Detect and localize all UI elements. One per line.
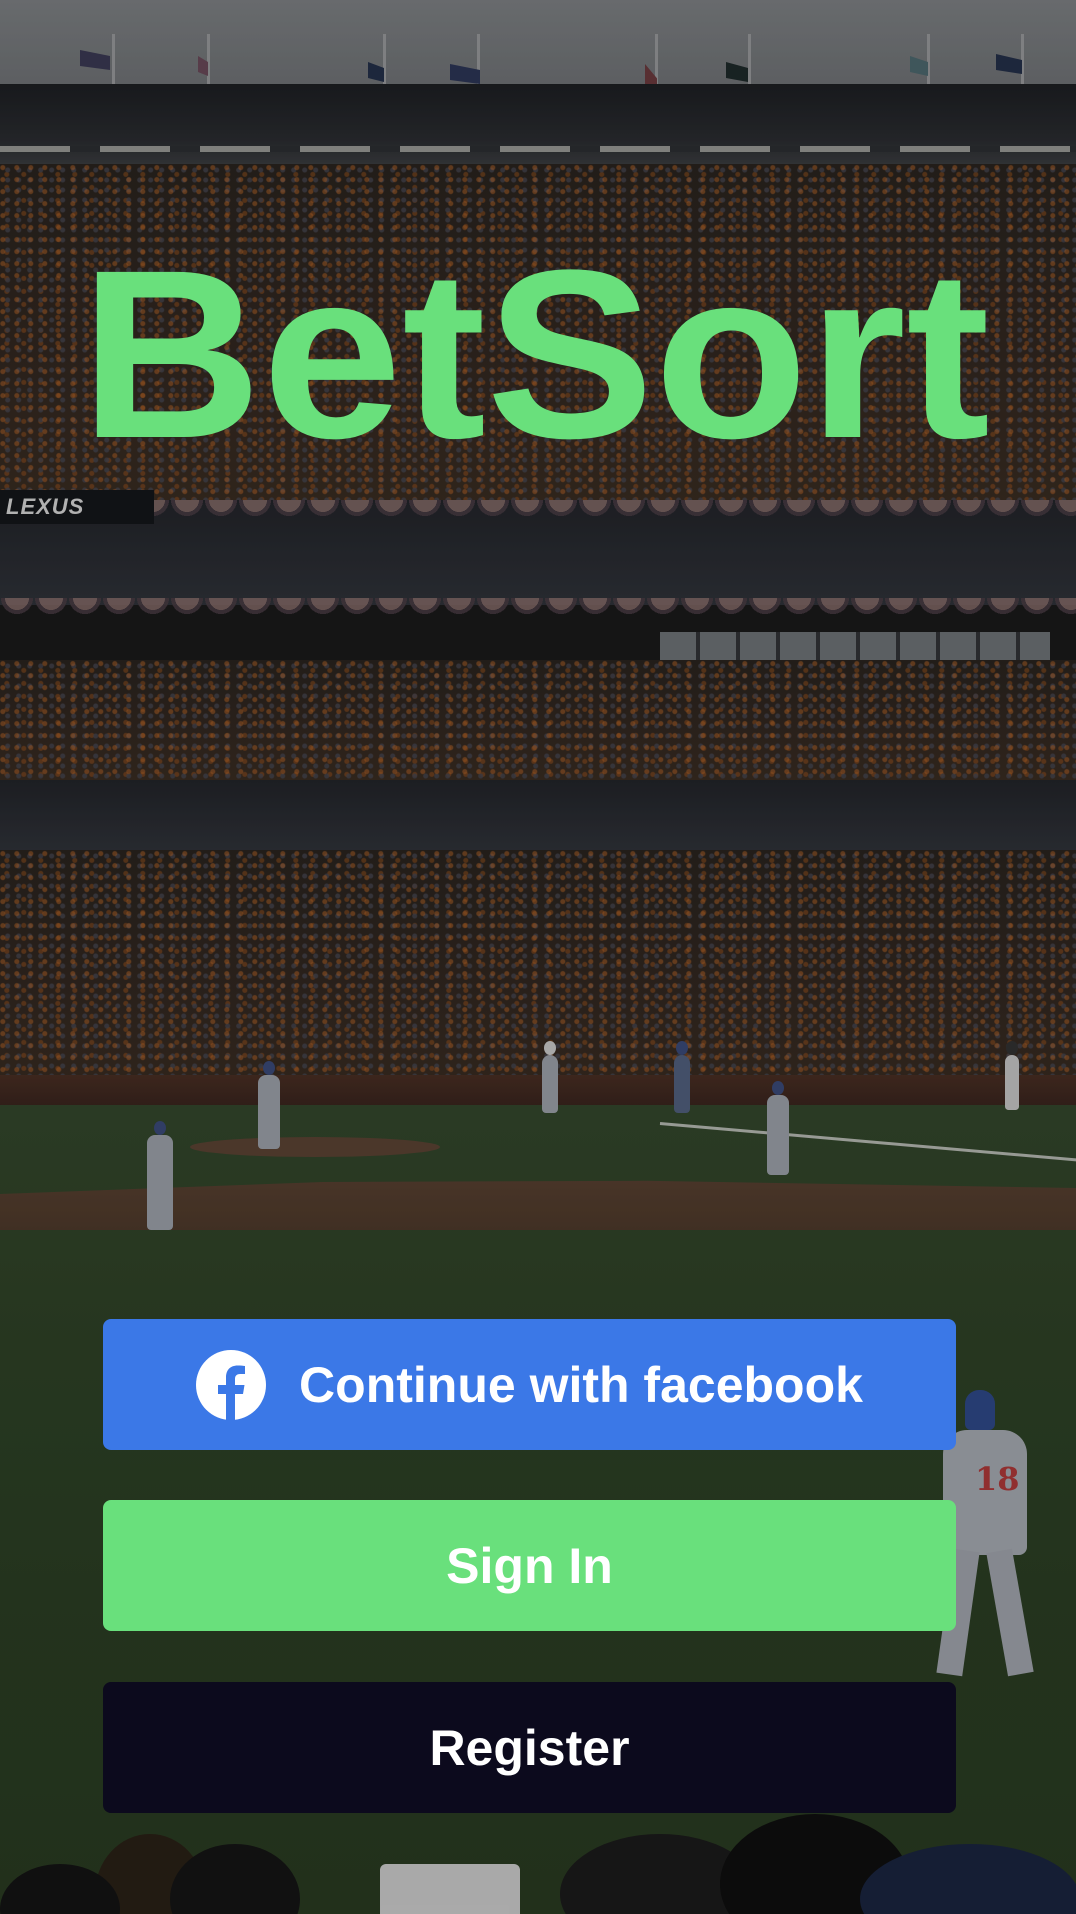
continue-with-facebook-button[interactable]: Continue with facebook bbox=[103, 1319, 956, 1450]
logo-text: BetSort bbox=[80, 220, 990, 475]
sign-in-button-label: Sign In bbox=[446, 1537, 613, 1594]
sign-in-button[interactable]: Sign In bbox=[103, 1500, 956, 1631]
register-button-label: Register bbox=[429, 1719, 630, 1776]
facebook-icon bbox=[196, 1349, 267, 1420]
register-button[interactable]: Register bbox=[103, 1682, 956, 1813]
betsort-logo: BetSort bbox=[80, 215, 1000, 475]
facebook-button-label: Continue with facebook bbox=[299, 1356, 863, 1413]
logo-graphic: BetSort bbox=[80, 220, 990, 475]
